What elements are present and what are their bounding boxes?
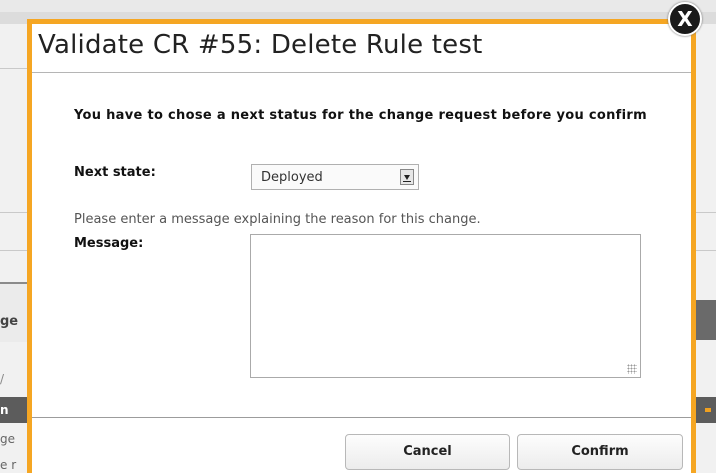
background-sort-arrow: [705, 408, 711, 412]
background-divider: [0, 250, 27, 251]
background-text: n: [0, 403, 9, 417]
confirm-button[interactable]: Confirm: [517, 434, 683, 470]
validate-dialog: Validate CR #55: Delete Rule test You ha…: [27, 19, 696, 473]
instruction-text: You have to chose a next status for the …: [74, 108, 647, 123]
message-hint: Please enter a message explaining the re…: [74, 212, 481, 227]
background-section-header: [0, 282, 27, 342]
background-right-button: [696, 300, 716, 340]
footer-divider: [32, 417, 691, 418]
background-divider: [0, 68, 27, 69]
message-label: Message:: [74, 236, 144, 251]
resize-grip-icon[interactable]: [627, 364, 637, 374]
background-divider: [0, 212, 27, 213]
close-button[interactable]: X: [668, 2, 702, 36]
cancel-button[interactable]: Cancel: [345, 434, 510, 470]
dialog-title: Validate CR #55: Delete Rule test: [38, 30, 483, 60]
background-text: /: [0, 372, 5, 386]
title-divider: [32, 72, 691, 73]
background-divider: [696, 212, 716, 213]
message-textarea[interactable]: [250, 234, 641, 378]
background-text: ge: [0, 314, 19, 329]
background-divider: [696, 250, 716, 251]
close-icon: X: [677, 7, 693, 31]
background-text: e r: [0, 458, 17, 472]
next-state-select[interactable]: Deployed: [251, 164, 419, 190]
background-text: ge: [0, 432, 15, 446]
next-state-label: Next state:: [74, 165, 156, 180]
next-state-value: Deployed: [261, 170, 323, 185]
dropdown-arrow-icon: [400, 169, 414, 185]
